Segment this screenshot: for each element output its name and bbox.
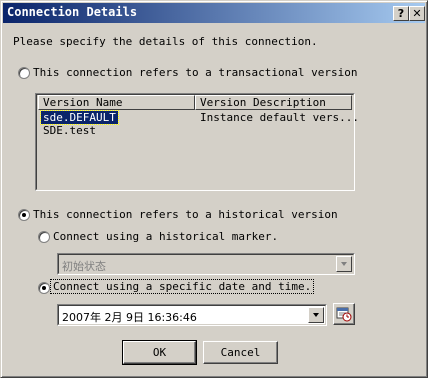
ok-button[interactable]: OK [122,340,197,365]
close-button[interactable]: ✕ [409,6,425,21]
version-list[interactable]: Version Name Version Description sde.DEF… [35,93,359,191]
datetime-radio[interactable] [38,282,50,294]
transactional-label[interactable]: This connection refers to a transactiona… [33,66,358,79]
calendar-button[interactable] [333,303,355,325]
marker-label[interactable]: Connect using a historical marker. [53,230,278,243]
version-description-cell: Instance default vers... [200,111,359,124]
chevron-down-icon [341,262,347,266]
historical-radio[interactable] [18,209,30,221]
chevron-down-icon [313,313,319,317]
historical-label[interactable]: This connection refers to a historical v… [33,208,338,221]
datetime-dropdown-button[interactable] [308,307,324,323]
version-name-cell: sde.DEFAULT [40,110,119,125]
calendar-clock-icon [336,307,352,322]
datetime-picker[interactable]: 2007年 2月 9日 16:36:46 [57,304,327,326]
datetime-label[interactable]: Connect using a specific date and time. [49,279,315,294]
radio-dot [42,286,46,290]
title-bar: Connection Details ? ✕ [3,3,425,23]
connection-details-dialog: Connection Details ? ✕ Please specify th… [0,0,428,378]
datetime-value: 2007年 2月 9日 16:36:46 [62,311,197,324]
prompt-text: Please specify the details of this conne… [13,35,318,48]
column-header-label: Version Name [43,96,123,109]
historical-marker-select[interactable]: 初始状态 [57,253,355,275]
column-header-version-name[interactable]: Version Name [38,95,195,110]
column-header-label: Version Description [200,96,326,109]
version-name-cell: SDE.test [43,124,96,137]
marker-radio[interactable] [38,231,50,243]
marker-select-value: 初始状态 [62,260,106,273]
marker-dropdown-button[interactable] [336,256,352,272]
cancel-button[interactable]: Cancel [203,341,278,364]
radio-dot [22,213,26,217]
window-title: Connection Details [7,5,138,19]
help-button[interactable]: ? [393,6,409,21]
transactional-radio[interactable] [18,67,30,79]
column-header-version-description[interactable]: Version Description [195,95,352,110]
